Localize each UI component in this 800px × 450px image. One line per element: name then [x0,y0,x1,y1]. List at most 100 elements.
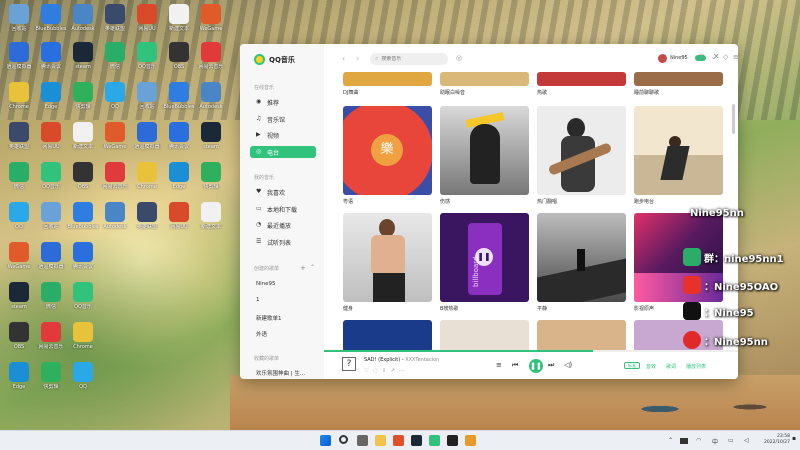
forward-arrow-icon[interactable]: › [356,54,359,63]
desktop-icon[interactable]: steam [2,282,36,310]
playback-progress[interactable] [324,350,738,352]
desktop-icon[interactable]: 逍遥模拟器 [130,122,164,150]
close-icon[interactable]: ✕ [713,52,720,61]
radio-card[interactable] [343,320,432,352]
maximize-icon[interactable]: ▢ [698,53,705,61]
desktop-icon[interactable]: QQ [66,362,100,390]
desktop-icon[interactable]: 英雄联盟 [98,4,132,32]
radio-card[interactable]: 睡前聊聊歌 [634,72,723,96]
desktop-icon[interactable]: QQ音乐 [130,42,164,70]
app-logo[interactable]: QQ音乐 [254,54,295,65]
playlist-item[interactable]: 新建歌单1 [256,314,282,322]
network-icon[interactable]: ▭ [728,437,734,444]
search-icon[interactable] [339,435,348,444]
desktop-icon[interactable]: Chrome [130,162,164,190]
radio-card[interactable]: DJ舞曲 [343,72,432,96]
desktop-icon[interactable]: 回收站 [130,82,164,110]
lyrics-button[interactable]: 歌词 [666,363,676,370]
sidebar-item-video[interactable]: ▶ 视频 [250,129,316,141]
like-icon[interactable]: ♡ [364,368,373,374]
desktop-icon[interactable]: 微信 [2,162,36,190]
playlist-button[interactable]: 播放列表 [686,363,706,370]
desktop-icon[interactable]: QQ [2,202,36,230]
sound-effect-button[interactable]: 音效 [646,363,656,370]
playlist-item[interactable]: 外语 [256,330,267,338]
radio-card[interactable]: 健身 [343,213,432,312]
playlist-item[interactable]: Nine95 [256,281,276,287]
desktop-icon[interactable]: Autodesk [194,82,228,110]
volume-icon[interactable]: ◁ [744,437,749,444]
desktop-icon[interactable]: 腾讯会议 [66,242,100,270]
app-icon[interactable] [393,435,404,446]
desktop-icon[interactable]: 快剪辑 [66,82,100,110]
app-icon[interactable] [465,435,476,446]
desktop-icon[interactable]: OBS [2,322,36,350]
play-mode-icon[interactable]: ≡ [496,361,502,369]
desktop-icon[interactable]: 新建文本 [162,4,196,32]
qq-music-icon[interactable] [429,435,440,446]
desktop-icon[interactable]: 快剪辑 [194,162,228,190]
desktop-icon[interactable]: 腾讯会议 [162,122,196,150]
desktop-icon[interactable]: Edge [34,82,68,110]
sidebar-item-radio[interactable]: ◎ 电台 [250,146,316,158]
radio-card[interactable]: billboard ❚❚ B榜热歌 [440,213,529,312]
desktop-icon[interactable]: OBS [162,42,196,70]
desktop-icon[interactable]: WeGame [194,4,228,32]
desktop-icon[interactable]: Edge [162,162,196,190]
volume-icon[interactable]: ◁) [564,361,572,369]
desktop-icon[interactable]: 腾讯会议 [34,42,68,70]
ime-indicator[interactable]: 中 [712,437,718,446]
mini-mode-icon[interactable]: ▢ [660,53,667,61]
play-pause-button[interactable]: ❚❚ [529,359,543,373]
desktop-icon[interactable]: 网易UU [34,122,68,150]
search-box[interactable]: ⌕ [370,53,448,65]
tray-app-icon[interactable] [680,438,688,444]
content-scrollbar[interactable] [732,104,735,134]
previous-icon[interactable]: ⏮ [512,361,518,370]
desktop-icon[interactable]: Autodesk [98,202,132,230]
desktop-icon[interactable]: 网易云音乐 [98,162,132,190]
desktop-icon[interactable]: QQ音乐 [34,162,68,190]
quality-badge[interactable]: 标准 [624,362,640,369]
desktop-icon[interactable]: Edge [2,362,36,390]
add-playlist-icon[interactable]: + [300,264,306,272]
desktop-icon[interactable]: 网易UU [162,202,196,230]
sidebar-item-recent[interactable]: ◔ 最近播放 [250,219,316,231]
pause-icon[interactable]: ❚❚ [475,248,493,266]
desktop-icon[interactable]: 微信 [34,282,68,310]
notification-icon[interactable]: ▪ [792,435,796,442]
desktop-icon[interactable]: Chrome [2,82,36,110]
playlist-item[interactable]: 欢乐氛围神曲 | 生... [256,369,305,377]
desktop-icon[interactable]: steam [66,42,100,70]
next-icon[interactable]: ⏭ [548,361,554,370]
minimize-icon[interactable]: ─ [681,53,685,61]
desktop-icon[interactable]: 网易UU [130,4,164,32]
radio-card[interactable]: 热歌 [537,72,626,96]
tray-expand-icon[interactable]: ⌃ [668,437,673,444]
wifi-icon[interactable]: ◠ [696,437,701,444]
desktop-icon[interactable]: WeGame [98,122,132,150]
settings-icon[interactable]: ≡ [733,53,738,61]
more-icon[interactable]: ⋯ [399,368,409,374]
desktop-icon[interactable]: 回收站 [34,202,68,230]
desktop-icon[interactable]: 新建文本 [194,202,228,230]
desktop-icon[interactable]: 快剪辑 [34,362,68,390]
desktop-icon[interactable]: 英雄联盟 [2,122,36,150]
skin-icon[interactable]: ◇ [723,53,728,61]
desktop-icon[interactable]: QQ [98,82,132,110]
playlist-item[interactable]: 1 [256,297,260,303]
desktop-icon[interactable]: 新建文本 [66,122,100,150]
radio-card[interactable]: 跑步电台 [634,106,723,205]
sidebar-item-local-download[interactable]: ▭ 本地和下载 [250,203,316,215]
file-explorer-icon[interactable] [375,435,386,446]
desktop-icon[interactable]: 逍遥模拟器 [2,42,36,70]
search-input[interactable] [381,56,442,62]
desktop-icon[interactable]: BlueBubbles [66,202,100,230]
desktop-icon[interactable]: 网易云音乐 [34,322,68,350]
radio-card[interactable]: 平静 [537,213,626,312]
task-view-icon[interactable] [357,435,368,446]
desktop-icon[interactable]: WeGame [2,242,36,270]
song-artist[interactable]: XXXTentacion [405,357,439,363]
sidebar-item-music-hall[interactable]: ♫ 音乐馆 [250,113,316,125]
desktop-icon[interactable]: Autodesk [66,4,100,32]
